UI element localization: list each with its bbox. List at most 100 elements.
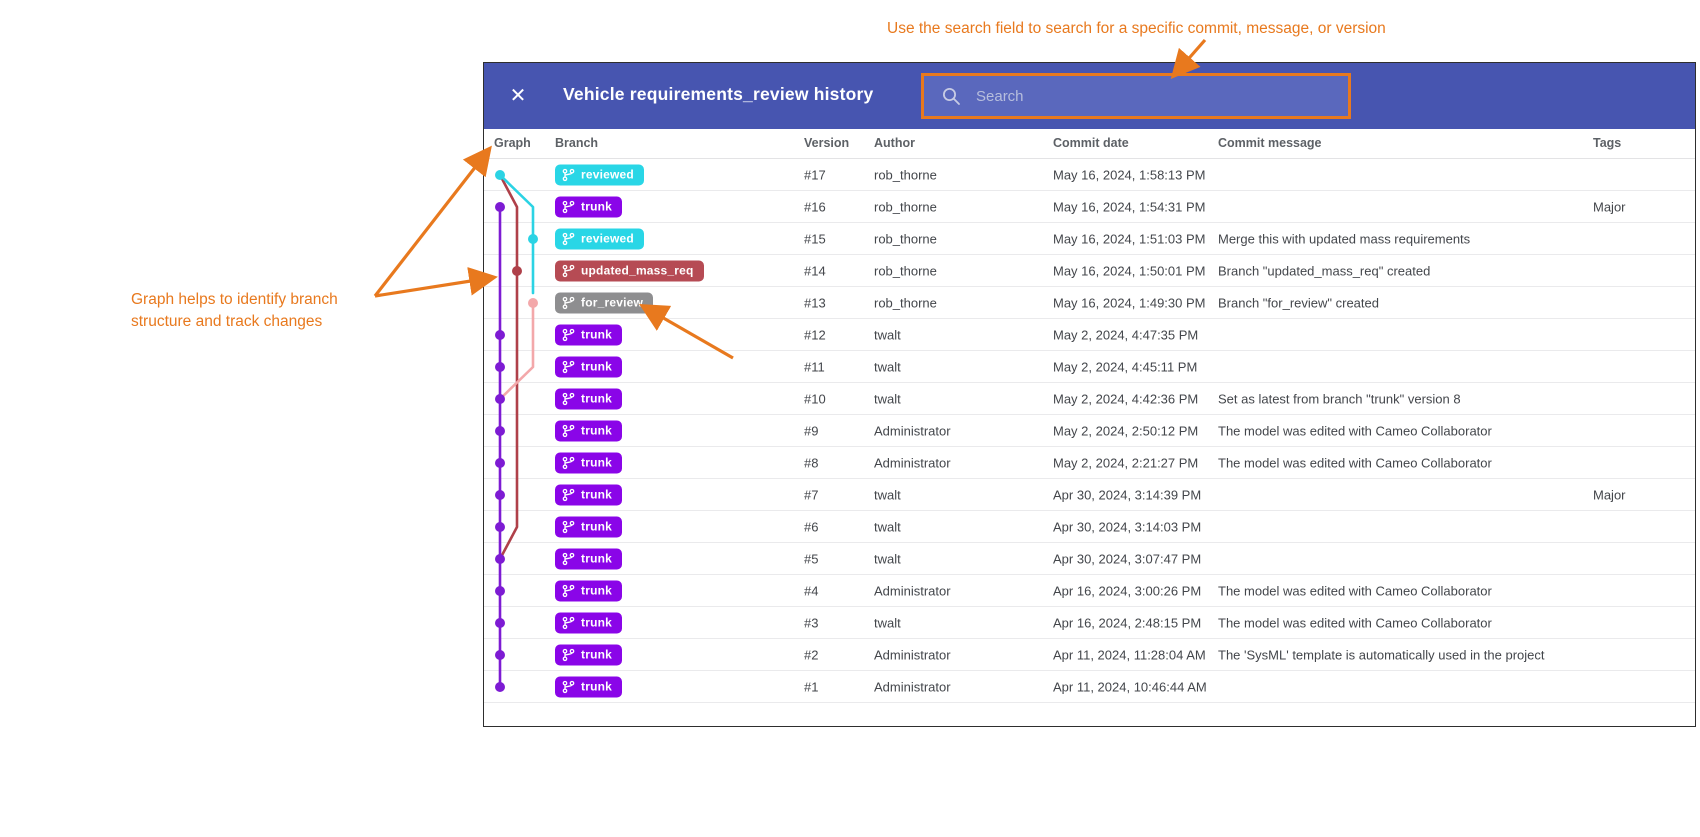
author-cell: Administrator: [874, 455, 951, 470]
table-row[interactable]: trunk#2AdministratorApr 11, 2024, 11:28:…: [484, 639, 1695, 671]
table-row[interactable]: trunk#10twaltMay 2, 2024, 4:42:36 PMSet …: [484, 383, 1695, 415]
commit-date-cell: May 2, 2024, 4:47:35 PM: [1053, 327, 1198, 342]
commit-dot-trunk[interactable]: [495, 426, 505, 436]
branch-badge[interactable]: trunk: [555, 356, 622, 377]
author-cell: rob_thorne: [874, 295, 937, 310]
git-branch-icon: [562, 168, 575, 181]
author-cell: twalt: [874, 487, 901, 502]
branch-badge[interactable]: trunk: [555, 324, 622, 345]
commit-dot-trunk[interactable]: [495, 682, 505, 692]
table-row[interactable]: trunk#9AdministratorMay 2, 2024, 2:50:12…: [484, 415, 1695, 447]
annotation-arrow: [375, 278, 490, 296]
branch-badge-label: trunk: [581, 552, 612, 566]
table-row[interactable]: trunk#4AdministratorApr 16, 2024, 3:00:2…: [484, 575, 1695, 607]
commit-date-cell: May 2, 2024, 2:21:27 PM: [1053, 455, 1198, 470]
table-row[interactable]: trunk#7twaltApr 30, 2024, 3:14:39 PMMajo…: [484, 479, 1695, 511]
commit-date-cell: May 16, 2024, 1:54:31 PM: [1053, 199, 1205, 214]
branch-badge[interactable]: trunk: [555, 484, 622, 505]
commit-message-cell: The 'SysML' template is automatically us…: [1218, 647, 1545, 662]
commit-dot-trunk[interactable]: [495, 458, 505, 468]
author-cell: twalt: [874, 327, 901, 342]
branch-badge-label: trunk: [581, 456, 612, 470]
commit-dot-trunk[interactable]: [495, 522, 505, 532]
commit-dot-trunk[interactable]: [495, 362, 505, 372]
search-icon: [941, 86, 962, 107]
version-cell: #6: [804, 519, 818, 534]
column-header-commit-message: Commit message: [1218, 136, 1322, 150]
git-branch-icon: [562, 424, 575, 437]
search-input[interactable]: [976, 88, 1306, 105]
git-branch-icon: [562, 360, 575, 373]
commit-message-cell: The model was edited with Cameo Collabor…: [1218, 615, 1492, 630]
branch-badge[interactable]: trunk: [555, 196, 622, 217]
commit-dot-trunk[interactable]: [495, 490, 505, 500]
commit-message-cell: The model was edited with Cameo Collabor…: [1218, 455, 1492, 470]
author-cell: twalt: [874, 359, 901, 374]
history-dialog: ✕ Vehicle requirements_review history Gr…: [483, 62, 1696, 727]
column-header-author: Author: [874, 136, 915, 150]
branch-badge[interactable]: trunk: [555, 580, 622, 601]
table-row[interactable]: trunk#3twaltApr 16, 2024, 2:48:15 PMThe …: [484, 607, 1695, 639]
author-cell: twalt: [874, 615, 901, 630]
branch-badge[interactable]: trunk: [555, 388, 622, 409]
author-cell: twalt: [874, 391, 901, 406]
table-rows: reviewed#17rob_thorneMay 16, 2024, 1:58:…: [484, 159, 1695, 703]
version-cell: #5: [804, 551, 818, 566]
table-row[interactable]: trunk #5 twalt Apr 30, 2024, 3:07:47 PM: [484, 543, 1695, 575]
commit-dot-trunk[interactable]: [495, 554, 505, 564]
table-row[interactable]: trunk#1AdministratorApr 11, 2024, 10:46:…: [484, 671, 1695, 703]
commit-dot-for_review[interactable]: [528, 298, 538, 308]
table-row[interactable]: trunk#11twaltMay 2, 2024, 4:45:11 PM: [484, 351, 1695, 383]
author-cell: Administrator: [874, 423, 951, 438]
search-field[interactable]: [921, 73, 1351, 119]
commit-dot-trunk[interactable]: [495, 394, 505, 404]
git-branch-icon: [562, 264, 575, 277]
branch-badge[interactable]: trunk: [555, 452, 622, 473]
table-row[interactable]: trunk#16rob_thorneMay 16, 2024, 1:54:31 …: [484, 191, 1695, 223]
tags-cell: Major: [1593, 487, 1626, 502]
version-cell: #9: [804, 423, 818, 438]
column-header-graph: Graph: [494, 136, 531, 150]
branch-badge-label: trunk: [581, 360, 612, 374]
commit-date-cell: Apr 11, 2024, 10:46:44 AM: [1053, 679, 1207, 694]
version-cell: #13: [804, 295, 826, 310]
table-row[interactable]: trunk#8AdministratorMay 2, 2024, 2:21:27…: [484, 447, 1695, 479]
commit-dot-updated_mass_req[interactable]: [512, 266, 522, 276]
table-row[interactable]: updated_mass_req#14rob_thorneMay 16, 202…: [484, 255, 1695, 287]
branch-badge[interactable]: trunk: [555, 644, 622, 665]
commit-dot-trunk[interactable]: [495, 586, 505, 596]
commit-dot-trunk[interactable]: [495, 650, 505, 660]
git-branch-icon: [562, 616, 575, 629]
author-cell: rob_thorne: [874, 167, 937, 182]
commit-dot-reviewed[interactable]: [528, 234, 538, 244]
branch-badge[interactable]: trunk: [555, 420, 622, 441]
branch-badge[interactable]: trunk: [555, 612, 622, 633]
table-row[interactable]: reviewed#17rob_thorneMay 16, 2024, 1:58:…: [484, 159, 1695, 191]
author-cell: Administrator: [874, 647, 951, 662]
branch-badge[interactable]: for_review: [555, 292, 653, 313]
commit-date-cell: Apr 30, 2024, 3:07:47 PM: [1053, 551, 1201, 566]
branch-badge[interactable]: reviewed: [555, 164, 644, 185]
branch-badge[interactable]: trunk: [555, 676, 622, 697]
table-row[interactable]: trunk #12 twalt May 2, 2024, 4:47:35 PM: [484, 319, 1695, 351]
branch-badge[interactable]: reviewed: [555, 228, 644, 249]
branch-badge-label: trunk: [581, 680, 612, 694]
table-row[interactable]: for_review#13rob_thorneMay 16, 2024, 1:4…: [484, 287, 1695, 319]
table-row[interactable]: trunk#6twaltApr 30, 2024, 3:14:03 PM: [484, 511, 1695, 543]
branch-badge[interactable]: trunk: [555, 548, 622, 569]
branch-badge[interactable]: trunk: [555, 516, 622, 537]
commit-dot-trunk[interactable]: [495, 330, 505, 340]
search-annotation: Use the search field to search for a spe…: [887, 18, 1386, 40]
branch-badge[interactable]: updated_mass_req: [555, 260, 704, 281]
commit-date-cell: May 16, 2024, 1:58:13 PM: [1053, 167, 1205, 182]
commit-dot-trunk[interactable]: [495, 202, 505, 212]
version-cell: #3: [804, 615, 818, 630]
commit-dot-trunk[interactable]: [495, 618, 505, 628]
version-cell: #12: [804, 327, 826, 342]
tags-cell: Major: [1593, 199, 1626, 214]
table-row[interactable]: reviewed#15rob_thorneMay 16, 2024, 1:51:…: [484, 223, 1695, 255]
commit-dot-reviewed[interactable]: [495, 170, 505, 180]
author-cell: twalt: [874, 551, 901, 566]
git-branch-icon: [562, 520, 575, 533]
close-icon[interactable]: ✕: [505, 83, 531, 109]
